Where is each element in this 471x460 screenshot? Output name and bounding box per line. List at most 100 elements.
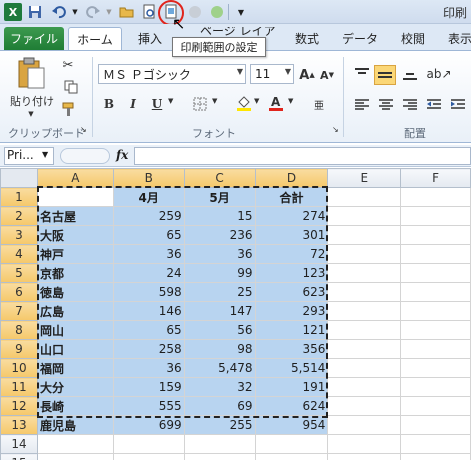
- row-header[interactable]: 5: [0, 263, 38, 283]
- name-box-dropdown-icon[interactable]: ▼: [42, 150, 48, 159]
- paste-dropdown-icon[interactable]: ▼: [24, 109, 38, 119]
- column-header-d[interactable]: D: [254, 168, 329, 188]
- align-middle-icon[interactable]: [374, 65, 396, 85]
- align-bottom-icon[interactable]: [400, 65, 420, 83]
- cell-may[interactable]: 32: [183, 377, 256, 397]
- cell-may[interactable]: 15: [183, 206, 256, 226]
- phonetic-icon[interactable]: 亜: [308, 93, 330, 115]
- align-center-icon[interactable]: [376, 95, 396, 113]
- row-header[interactable]: 6: [0, 282, 38, 302]
- bold-button[interactable]: B: [100, 95, 118, 113]
- cell-b1[interactable]: 4月: [112, 187, 185, 207]
- column-header-c[interactable]: C: [183, 168, 256, 188]
- shrink-font-icon[interactable]: A ▼: [318, 66, 336, 84]
- cell-may[interactable]: 236: [183, 225, 256, 245]
- decrease-indent-icon[interactable]: [424, 95, 444, 113]
- borders-dropdown-icon[interactable]: ▼: [212, 97, 217, 105]
- formula-input[interactable]: [134, 147, 471, 165]
- cell[interactable]: [400, 434, 471, 454]
- cell[interactable]: [400, 263, 471, 283]
- cell-total[interactable]: 954: [254, 415, 329, 435]
- cell-total[interactable]: 72: [254, 244, 329, 264]
- row-header[interactable]: 3: [0, 225, 38, 245]
- paste-icon[interactable]: [14, 55, 48, 91]
- underline-button[interactable]: U: [148, 95, 166, 113]
- cell[interactable]: [327, 339, 402, 359]
- cell[interactable]: [400, 282, 471, 302]
- cell[interactable]: [327, 244, 402, 264]
- cell-apr[interactable]: 555: [112, 396, 185, 416]
- font-launcher-icon[interactable]: ↘: [332, 125, 339, 134]
- underline-dropdown-icon[interactable]: ▼: [168, 97, 173, 105]
- cell-total[interactable]: 293: [254, 301, 329, 321]
- cell-may[interactable]: 98: [183, 339, 256, 359]
- cell[interactable]: [327, 282, 402, 302]
- cell[interactable]: [400, 358, 471, 378]
- column-header-e[interactable]: E: [327, 168, 402, 188]
- fill-color-dropdown-icon[interactable]: ▼: [254, 97, 259, 105]
- fill-color-icon[interactable]: [234, 93, 254, 113]
- save-icon[interactable]: [26, 3, 44, 21]
- cell-apr[interactable]: 24: [112, 263, 185, 283]
- cell-total[interactable]: 274: [254, 206, 329, 226]
- row-header[interactable]: 13: [0, 415, 38, 435]
- borders-icon[interactable]: [190, 95, 210, 113]
- cell[interactable]: [254, 434, 329, 454]
- cell-d1[interactable]: 合計: [254, 187, 329, 207]
- row-header[interactable]: 15: [0, 453, 38, 460]
- column-header-b[interactable]: B: [112, 168, 185, 188]
- cell-label[interactable]: 福岡: [36, 358, 114, 378]
- font-name-select[interactable]: ＭＳ Ｐゴシック ▼: [98, 64, 246, 84]
- tab-home[interactable]: ホーム: [68, 27, 122, 50]
- customize-qat-icon[interactable]: ▼: [232, 3, 250, 21]
- cell[interactable]: [327, 263, 402, 283]
- print-preview-icon[interactable]: [140, 3, 158, 21]
- cell[interactable]: [400, 244, 471, 264]
- copy-icon[interactable]: [60, 79, 82, 95]
- cell-total[interactable]: 623: [254, 282, 329, 302]
- formula-separator-handle[interactable]: [60, 148, 110, 164]
- cell-apr[interactable]: 259: [112, 206, 185, 226]
- font-color-icon[interactable]: A: [266, 93, 286, 113]
- cell[interactable]: [400, 396, 471, 416]
- cell[interactable]: [327, 453, 402, 460]
- cell-apr[interactable]: 65: [112, 320, 185, 340]
- cell[interactable]: [400, 339, 471, 359]
- cell[interactable]: [327, 225, 402, 245]
- cell-apr[interactable]: 258: [112, 339, 185, 359]
- row-header[interactable]: 4: [0, 244, 38, 264]
- undo-dropdown-icon[interactable]: ▼: [66, 3, 84, 21]
- cell-may[interactable]: 69: [183, 396, 256, 416]
- cell[interactable]: [327, 434, 402, 454]
- align-top-icon[interactable]: [352, 65, 372, 83]
- cell-total[interactable]: 301: [254, 225, 329, 245]
- tab-view[interactable]: 表示: [440, 27, 471, 50]
- cell-may[interactable]: 147: [183, 301, 256, 321]
- cell[interactable]: [327, 301, 402, 321]
- cell-label[interactable]: 京都: [36, 263, 114, 283]
- row-header[interactable]: 2: [0, 206, 38, 226]
- insert-function-icon[interactable]: fx: [116, 148, 128, 162]
- cell-apr[interactable]: 36: [112, 244, 185, 264]
- paste-button[interactable]: 貼り付け: [6, 93, 58, 109]
- cell[interactable]: [400, 453, 471, 460]
- tab-formulas[interactable]: 数式: [283, 27, 331, 50]
- cell[interactable]: [327, 187, 402, 207]
- cell[interactable]: [400, 225, 471, 245]
- cell-apr[interactable]: 36: [112, 358, 185, 378]
- cell-label[interactable]: 岡山: [36, 320, 114, 340]
- row-header[interactable]: 1: [0, 187, 38, 207]
- font-size-select[interactable]: 11 ▼: [250, 64, 294, 84]
- grow-font-icon[interactable]: A ▲: [298, 66, 316, 84]
- cell[interactable]: [254, 453, 329, 460]
- cell-apr[interactable]: 699: [112, 415, 185, 435]
- cell[interactable]: [400, 377, 471, 397]
- tab-review[interactable]: 校閲: [390, 27, 436, 50]
- cell[interactable]: [112, 434, 185, 454]
- column-header-f[interactable]: F: [400, 168, 471, 188]
- row-header[interactable]: 9: [0, 339, 38, 359]
- cell-label[interactable]: 徳島: [36, 282, 114, 302]
- cell-total[interactable]: 123: [254, 263, 329, 283]
- cell[interactable]: [36, 434, 114, 454]
- cell-may[interactable]: 25: [183, 282, 256, 302]
